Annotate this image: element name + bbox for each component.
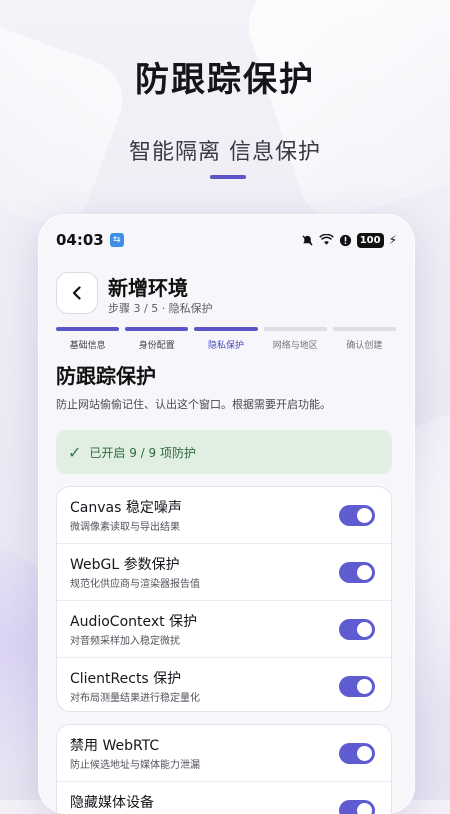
check-icon: ✓ bbox=[68, 442, 82, 462]
protection-name: ClientRects 保护 bbox=[70, 671, 182, 687]
wifi-icon bbox=[318, 234, 334, 245]
protection-name: Canvas 稳定噪声 bbox=[70, 500, 182, 516]
protection-desc: 对布局测量结果进行稳定量化 bbox=[70, 693, 200, 704]
step-label: 隐私保护 bbox=[208, 341, 245, 351]
toggle-knob bbox=[357, 679, 372, 694]
protection-name: 禁用 WebRTC bbox=[70, 738, 160, 754]
hero-title: 防跟踪保护 bbox=[135, 60, 315, 100]
step-basic-info[interactable]: 基础信息 bbox=[56, 327, 120, 351]
mute-icon bbox=[302, 234, 313, 246]
battery-icon: 100 bbox=[356, 232, 384, 248]
protection-row-clientrects: ClientRects 保护 对布局测量结果进行稳定量化 bbox=[57, 658, 391, 714]
charging-icon: ⚡ bbox=[388, 233, 397, 247]
status-time: 04:03 bbox=[56, 231, 104, 249]
step-confirm[interactable]: 确认创建 bbox=[332, 327, 397, 351]
toggle-knob bbox=[357, 508, 372, 523]
protection-row-media-devices: 隐藏媒体设备 bbox=[57, 782, 391, 814]
section-description: 防止网站偷偷记住、认出这个窗口。根据需要开启功能。 bbox=[56, 398, 331, 411]
step-indicator: 步骤 3 / 5 · 隐私保护 bbox=[108, 302, 213, 315]
protection-card: 禁用 WebRTC 防止候选地址与媒体能力泄漏 隐藏媒体设备 bbox=[56, 724, 392, 814]
phone-screen: 04:03 ⇆ 100 ⚡ 新增环境 步骤 3 / 5 · 隐私保护 基础信息 … bbox=[38, 214, 415, 814]
step-bar bbox=[332, 327, 397, 331]
protection-row-canvas: Canvas 稳定噪声 微调像素读取与导出结果 bbox=[57, 487, 391, 544]
step-bar bbox=[56, 327, 120, 331]
protection-desc: 防止候选地址与媒体能力泄漏 bbox=[70, 760, 200, 771]
back-button[interactable] bbox=[56, 272, 98, 314]
protection-desc: 微调像素读取与导出结果 bbox=[70, 522, 180, 533]
status-bar: 04:03 ⇆ 100 ⚡ bbox=[56, 230, 397, 250]
chevron-left-icon bbox=[72, 286, 81, 300]
protection-name: WebGL 参数保护 bbox=[70, 557, 180, 573]
step-identity[interactable]: 身份配置 bbox=[125, 327, 189, 351]
usb-icon: ⇆ bbox=[109, 233, 124, 247]
step-bar bbox=[194, 327, 258, 331]
protection-name: 隐藏媒体设备 bbox=[70, 795, 154, 811]
hero-subtitle: 智能隔离 信息保护 bbox=[129, 140, 321, 165]
toggle-knob bbox=[357, 803, 372, 814]
clientrects-toggle[interactable] bbox=[339, 676, 375, 697]
step-label: 基础信息 bbox=[69, 341, 106, 351]
alarm-icon bbox=[339, 234, 351, 246]
canvas-toggle[interactable] bbox=[339, 505, 375, 526]
section-title: 防跟踪保护 bbox=[56, 364, 156, 388]
toggle-knob bbox=[357, 746, 372, 761]
background-shape bbox=[0, 14, 134, 236]
protection-row-audiocontext: AudioContext 保护 对音频采样加入稳定微扰 bbox=[57, 601, 391, 658]
stepper: 基础信息 身份配置 隐私保护 网络与地区 确认创建 bbox=[56, 327, 397, 351]
background-shape bbox=[238, 0, 450, 229]
toggle-knob bbox=[357, 622, 372, 637]
enabled-count-text: 已开启 9 / 9 项防护 bbox=[89, 445, 196, 460]
hero-underline bbox=[210, 175, 246, 179]
page-title: 新增环境 bbox=[108, 276, 188, 300]
enabled-status-banner: ✓ 已开启 9 / 9 项防护 bbox=[56, 430, 392, 474]
webrtc-toggle[interactable] bbox=[339, 743, 375, 764]
step-bar bbox=[125, 327, 189, 331]
protection-desc: 规范化供应商与渲染器报告值 bbox=[70, 579, 200, 590]
step-label: 确认创建 bbox=[346, 341, 383, 351]
step-bar bbox=[263, 327, 327, 331]
audiocontext-toggle[interactable] bbox=[339, 619, 375, 640]
protection-name: AudioContext 保护 bbox=[70, 614, 198, 630]
step-label: 网络与地区 bbox=[272, 341, 318, 351]
step-privacy[interactable]: 隐私保护 bbox=[194, 327, 258, 351]
step-network-region[interactable]: 网络与地区 bbox=[263, 327, 327, 351]
toggle-knob bbox=[357, 565, 372, 580]
protection-row-webgl: WebGL 参数保护 规范化供应商与渲染器报告值 bbox=[57, 544, 391, 601]
protection-desc: 对音频采样加入稳定微扰 bbox=[70, 636, 180, 647]
step-label: 身份配置 bbox=[138, 341, 175, 351]
media-devices-toggle[interactable] bbox=[339, 800, 375, 814]
protection-card: Canvas 稳定噪声 微调像素读取与导出结果 WebGL 参数保护 规范化供应… bbox=[56, 486, 392, 712]
webgl-toggle[interactable] bbox=[339, 562, 375, 583]
protection-row-webrtc: 禁用 WebRTC 防止候选地址与媒体能力泄漏 bbox=[57, 725, 391, 782]
